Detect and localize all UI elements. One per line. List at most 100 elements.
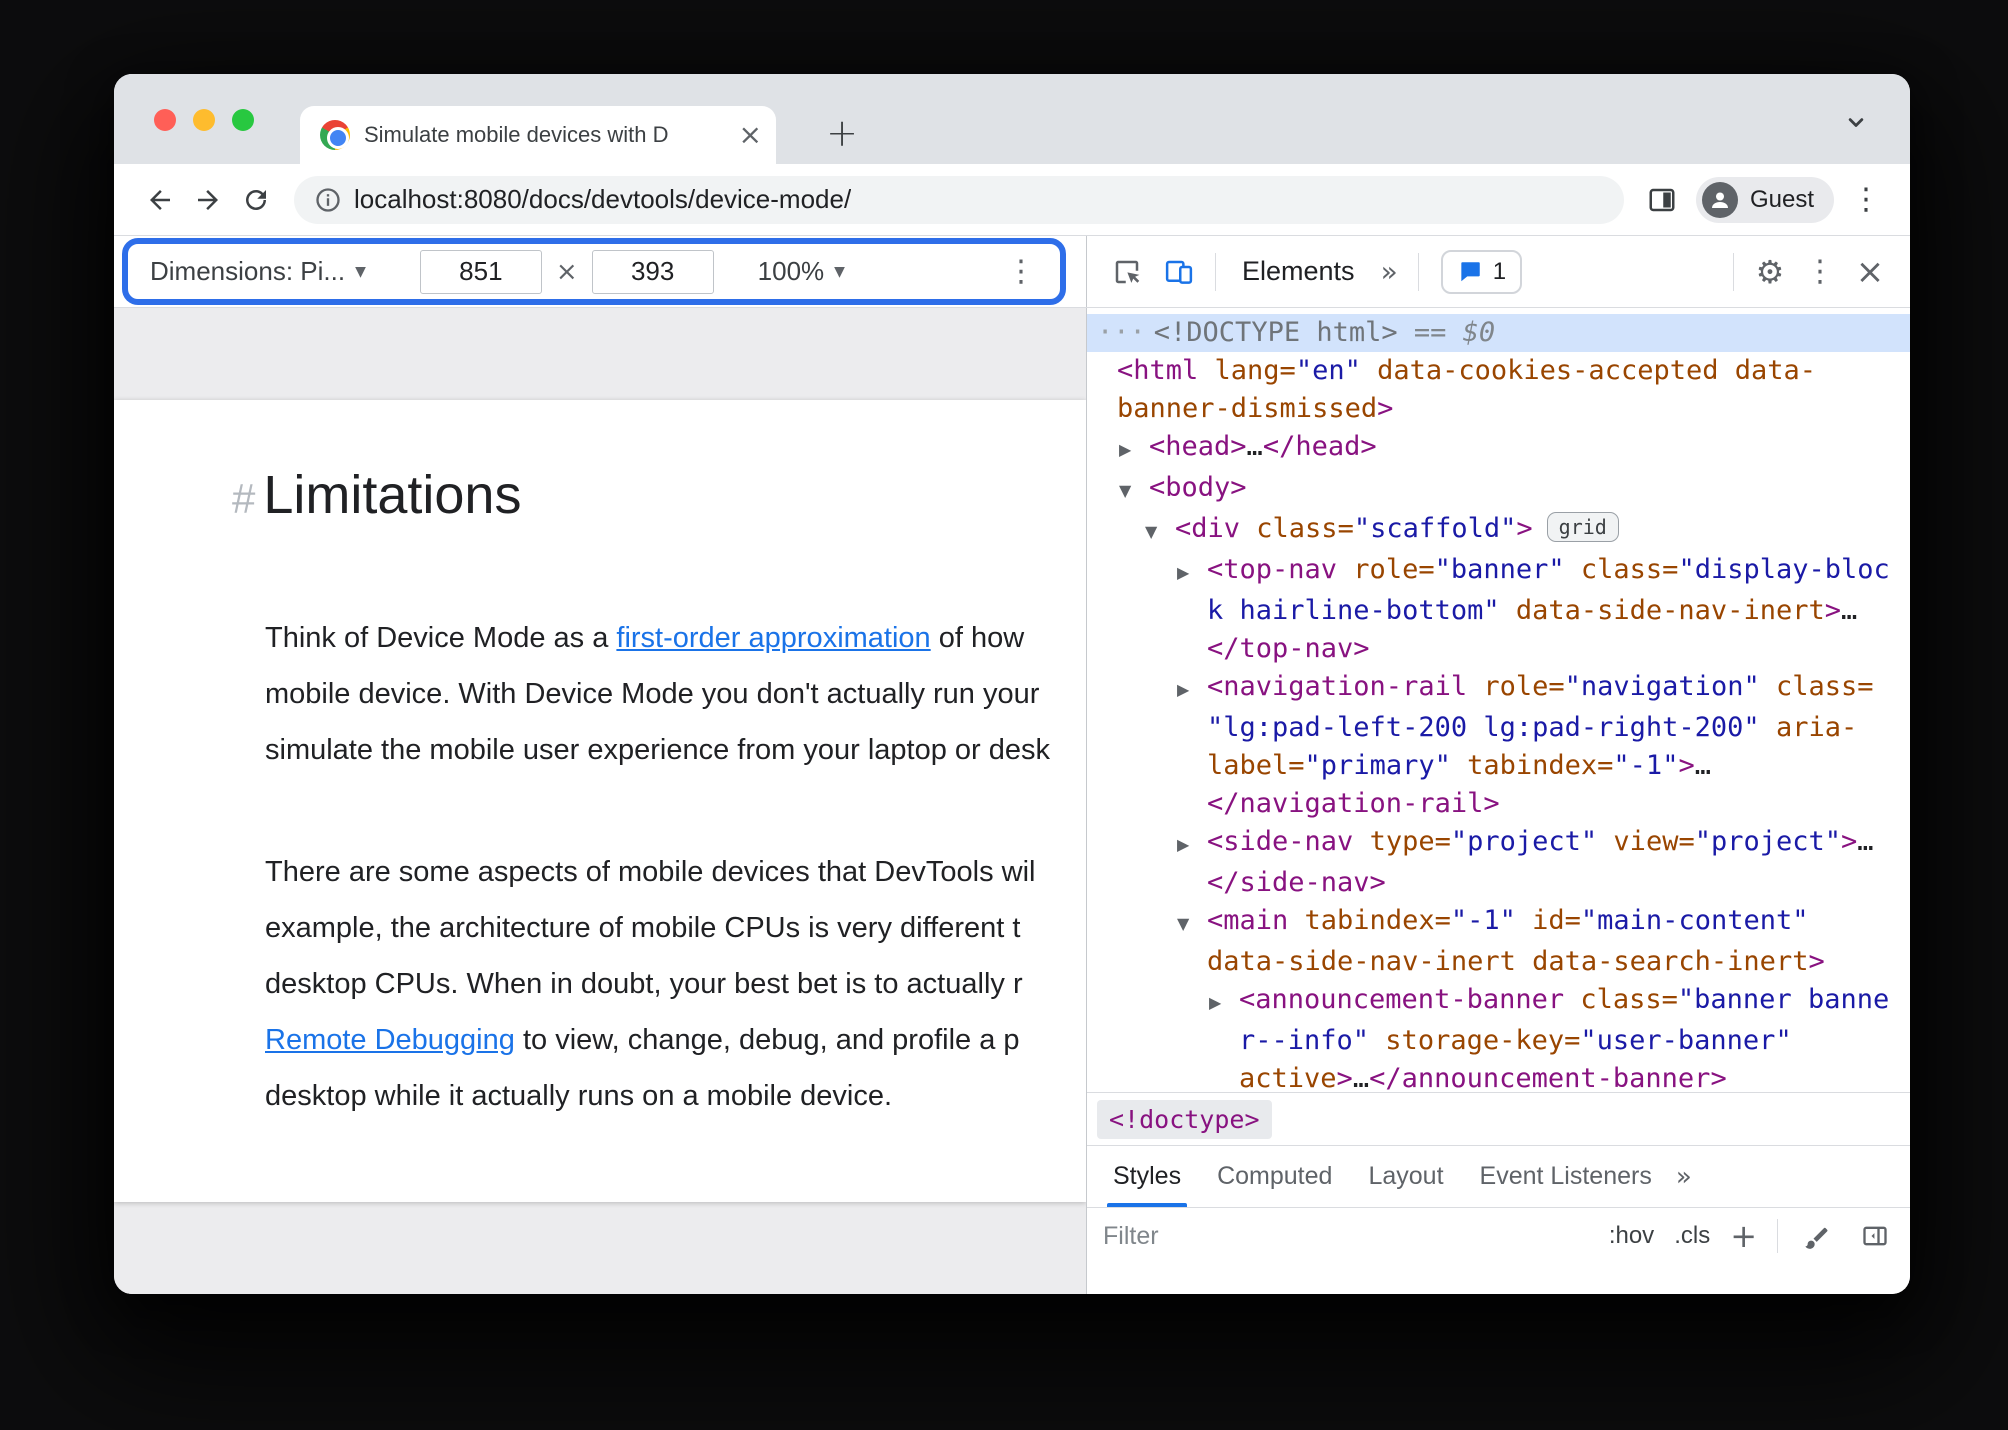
url-text[interactable]: localhost:8080/docs/devtools/device-mode… xyxy=(354,184,851,215)
dom-attr: label= xyxy=(1207,750,1305,781)
rendering-brush-icon[interactable] xyxy=(1798,1217,1836,1255)
tab-elements[interactable]: Elements xyxy=(1242,256,1355,287)
browser-menu-icon[interactable]: ⋮ xyxy=(1844,178,1888,222)
dom-val: "display-bloc xyxy=(1678,554,1890,585)
device-toolbar-menu-icon[interactable]: ⋮ xyxy=(1006,254,1036,289)
dom-tree-line[interactable]: ▶ <navigation-rail role="navigation" clas… xyxy=(1087,668,1910,709)
zoom-dropdown[interactable]: 100% ▼ xyxy=(758,256,845,287)
dom-tree-line[interactable]: "lg:pad-left-200 lg:pad-right-200" aria- xyxy=(1087,709,1910,747)
back-icon[interactable] xyxy=(136,176,184,224)
dom-tree-line[interactable]: ▼ <body> xyxy=(1087,469,1910,510)
toolbar-separator xyxy=(1417,252,1419,291)
device-height-input[interactable] xyxy=(591,249,714,294)
tab-event-listeners[interactable]: Event Listeners xyxy=(1462,1146,1670,1207)
dom-tree-line[interactable]: k hairline-bottom" data-side-nav-inert>… xyxy=(1087,592,1910,630)
dom-attr: tabindex= xyxy=(1450,750,1614,781)
paragraph-line: There are some aspects of mobile devices… xyxy=(265,844,1086,900)
profile-button[interactable]: Guest xyxy=(1695,176,1834,223)
styles-filter-row: :hov .cls + xyxy=(1087,1207,1910,1264)
browser-tab[interactable]: Simulate mobile devices with D × xyxy=(300,106,776,164)
breadcrumb-doctype[interactable]: <!doctype> xyxy=(1097,1099,1272,1139)
dom-attr: class= xyxy=(1240,513,1354,544)
dom-dots: ··· xyxy=(1097,317,1146,348)
paragraph: There are some aspects of mobile devices… xyxy=(265,844,1086,1124)
dom-tree-line[interactable]: r--info" storage-key="user-banner" xyxy=(1087,1022,1910,1060)
toolbar-row: Dimensions: Pi... ▼ × 100% ▼ ⋮ Elements … xyxy=(114,236,1910,308)
dom-tree-line[interactable]: </top-nav> xyxy=(1087,630,1910,668)
dimensions-times-separator: × xyxy=(555,256,578,287)
collapse-arrow-icon[interactable]: ▼ xyxy=(1177,905,1207,943)
tab-styles[interactable]: Styles xyxy=(1095,1146,1199,1207)
more-panels-icon[interactable]: » xyxy=(1381,255,1398,288)
collapse-arrow-icon[interactable]: ▼ xyxy=(1119,472,1149,510)
device-toolbar-toggle-icon[interactable] xyxy=(1157,250,1201,294)
dom-tree-line[interactable]: ▶ <top-nav role="banner" class="display-b… xyxy=(1087,551,1910,592)
site-info-icon[interactable] xyxy=(314,186,342,214)
profile-name: Guest xyxy=(1749,185,1814,213)
tab-computed[interactable]: Computed xyxy=(1199,1146,1350,1207)
side-panel-icon[interactable] xyxy=(1638,176,1686,224)
more-sidebar-tabs-icon[interactable]: » xyxy=(1676,1162,1692,1192)
reload-icon[interactable] xyxy=(232,176,280,224)
heading-anchor-hash[interactable]: # xyxy=(232,475,255,523)
dom-tree-line[interactable]: banner-dismissed> xyxy=(1087,390,1910,428)
devtools-menu-icon[interactable]: ⋮ xyxy=(1800,254,1840,289)
dom-tree-line[interactable]: </navigation-rail> xyxy=(1087,785,1910,823)
styles-filter-input[interactable] xyxy=(1103,1221,1589,1251)
tab-search-chevron-icon[interactable] xyxy=(1840,106,1872,138)
dom-val: "navigation" xyxy=(1564,671,1760,702)
tab-layout[interactable]: Layout xyxy=(1350,1146,1461,1207)
expand-arrow-icon[interactable]: ▶ xyxy=(1119,431,1149,469)
dimensions-dropdown[interactable]: Dimensions: Pi... xyxy=(150,256,345,287)
dom-tree-line[interactable]: data-side-nav-inert data-search-inert> xyxy=(1087,943,1910,981)
dom-tree-line[interactable]: ▶ <announcement-banner class="banner bann… xyxy=(1087,981,1910,1022)
dom-attr: data-cookies-accepted data- xyxy=(1360,355,1817,386)
url-bar[interactable]: localhost:8080/docs/devtools/device-mode… xyxy=(294,175,1624,224)
devtools-close-icon[interactable]: × xyxy=(1848,255,1892,289)
text-link[interactable]: Remote Debugging xyxy=(265,1024,515,1056)
dom-tree-line[interactable]: ▶ <side-nav type="project" view="project"… xyxy=(1087,823,1910,864)
dom-tag: <top-nav xyxy=(1207,554,1338,585)
collapse-arrow-icon[interactable]: ▼ xyxy=(1145,513,1175,551)
dom-tree-line[interactable]: ▼ <div class="scaffold"> grid xyxy=(1087,510,1910,551)
dom-tree-line[interactable]: active>…</announcement-banner> xyxy=(1087,1060,1910,1092)
paragraph-line: desktop while it actually runs on a mobi… xyxy=(265,1068,1086,1124)
dom-attr: tabindex= xyxy=(1288,905,1451,936)
expand-arrow-icon[interactable]: ▶ xyxy=(1177,554,1207,592)
new-tab-button[interactable]: + xyxy=(818,109,866,157)
dom-tree-line[interactable]: </side-nav> xyxy=(1087,864,1910,902)
zoom-window-button[interactable] xyxy=(232,109,254,131)
tab-close-icon[interactable]: × xyxy=(739,121,762,149)
dom-tree-line[interactable]: ··· <!DOCTYPE html> == $0 xyxy=(1087,314,1910,352)
settings-gear-icon[interactable]: ⚙ xyxy=(1748,253,1792,291)
dom-tree-line[interactable]: label="primary" tabindex="-1">… xyxy=(1087,747,1910,785)
dom-tree-line[interactable]: ▼ <main tabindex="-1" id="main-content" xyxy=(1087,902,1910,943)
expand-arrow-icon[interactable]: ▶ xyxy=(1177,826,1207,864)
new-style-rule-icon[interactable]: + xyxy=(1730,1217,1757,1255)
device-width-input[interactable] xyxy=(419,249,542,294)
tab-title: Simulate mobile devices with D xyxy=(364,122,669,147)
toggle-sidebar-icon[interactable] xyxy=(1856,1217,1894,1255)
filter-separator xyxy=(1777,1219,1778,1253)
expand-arrow-icon[interactable]: ▶ xyxy=(1177,671,1207,709)
dom-tree-line[interactable]: <html lang="en" data-cookies-accepted da… xyxy=(1087,352,1910,390)
issues-counter-button[interactable]: 1 xyxy=(1440,249,1523,294)
dom-attr: view= xyxy=(1597,826,1695,857)
rendered-page: # Limitations Think of Device Mode as a … xyxy=(114,400,1086,1202)
dom-tag: </top-nav> xyxy=(1207,633,1370,664)
toggle-hover-state-button[interactable]: :hov xyxy=(1609,1222,1654,1250)
paragraph: Think of Device Mode as a first-order ap… xyxy=(265,610,1086,778)
text-link[interactable]: first-order approximation xyxy=(616,622,930,654)
close-window-button[interactable] xyxy=(154,109,176,131)
grid-badge[interactable]: grid xyxy=(1546,512,1619,542)
expand-arrow-icon[interactable]: ▶ xyxy=(1209,984,1239,1022)
toggle-class-button[interactable]: .cls xyxy=(1674,1222,1710,1250)
minimize-window-button[interactable] xyxy=(193,109,215,131)
text-run: There are some aspects of mobile devices… xyxy=(265,856,1036,888)
dom-val: "-1" xyxy=(1450,905,1516,936)
forward-icon[interactable] xyxy=(184,176,232,224)
chevron-down-icon[interactable]: ▼ xyxy=(355,264,366,280)
dom-tree-line[interactable]: ▶ <head>…</head> xyxy=(1087,428,1910,469)
inspect-element-icon[interactable] xyxy=(1105,250,1149,294)
dom-val: "project" xyxy=(1450,826,1598,857)
